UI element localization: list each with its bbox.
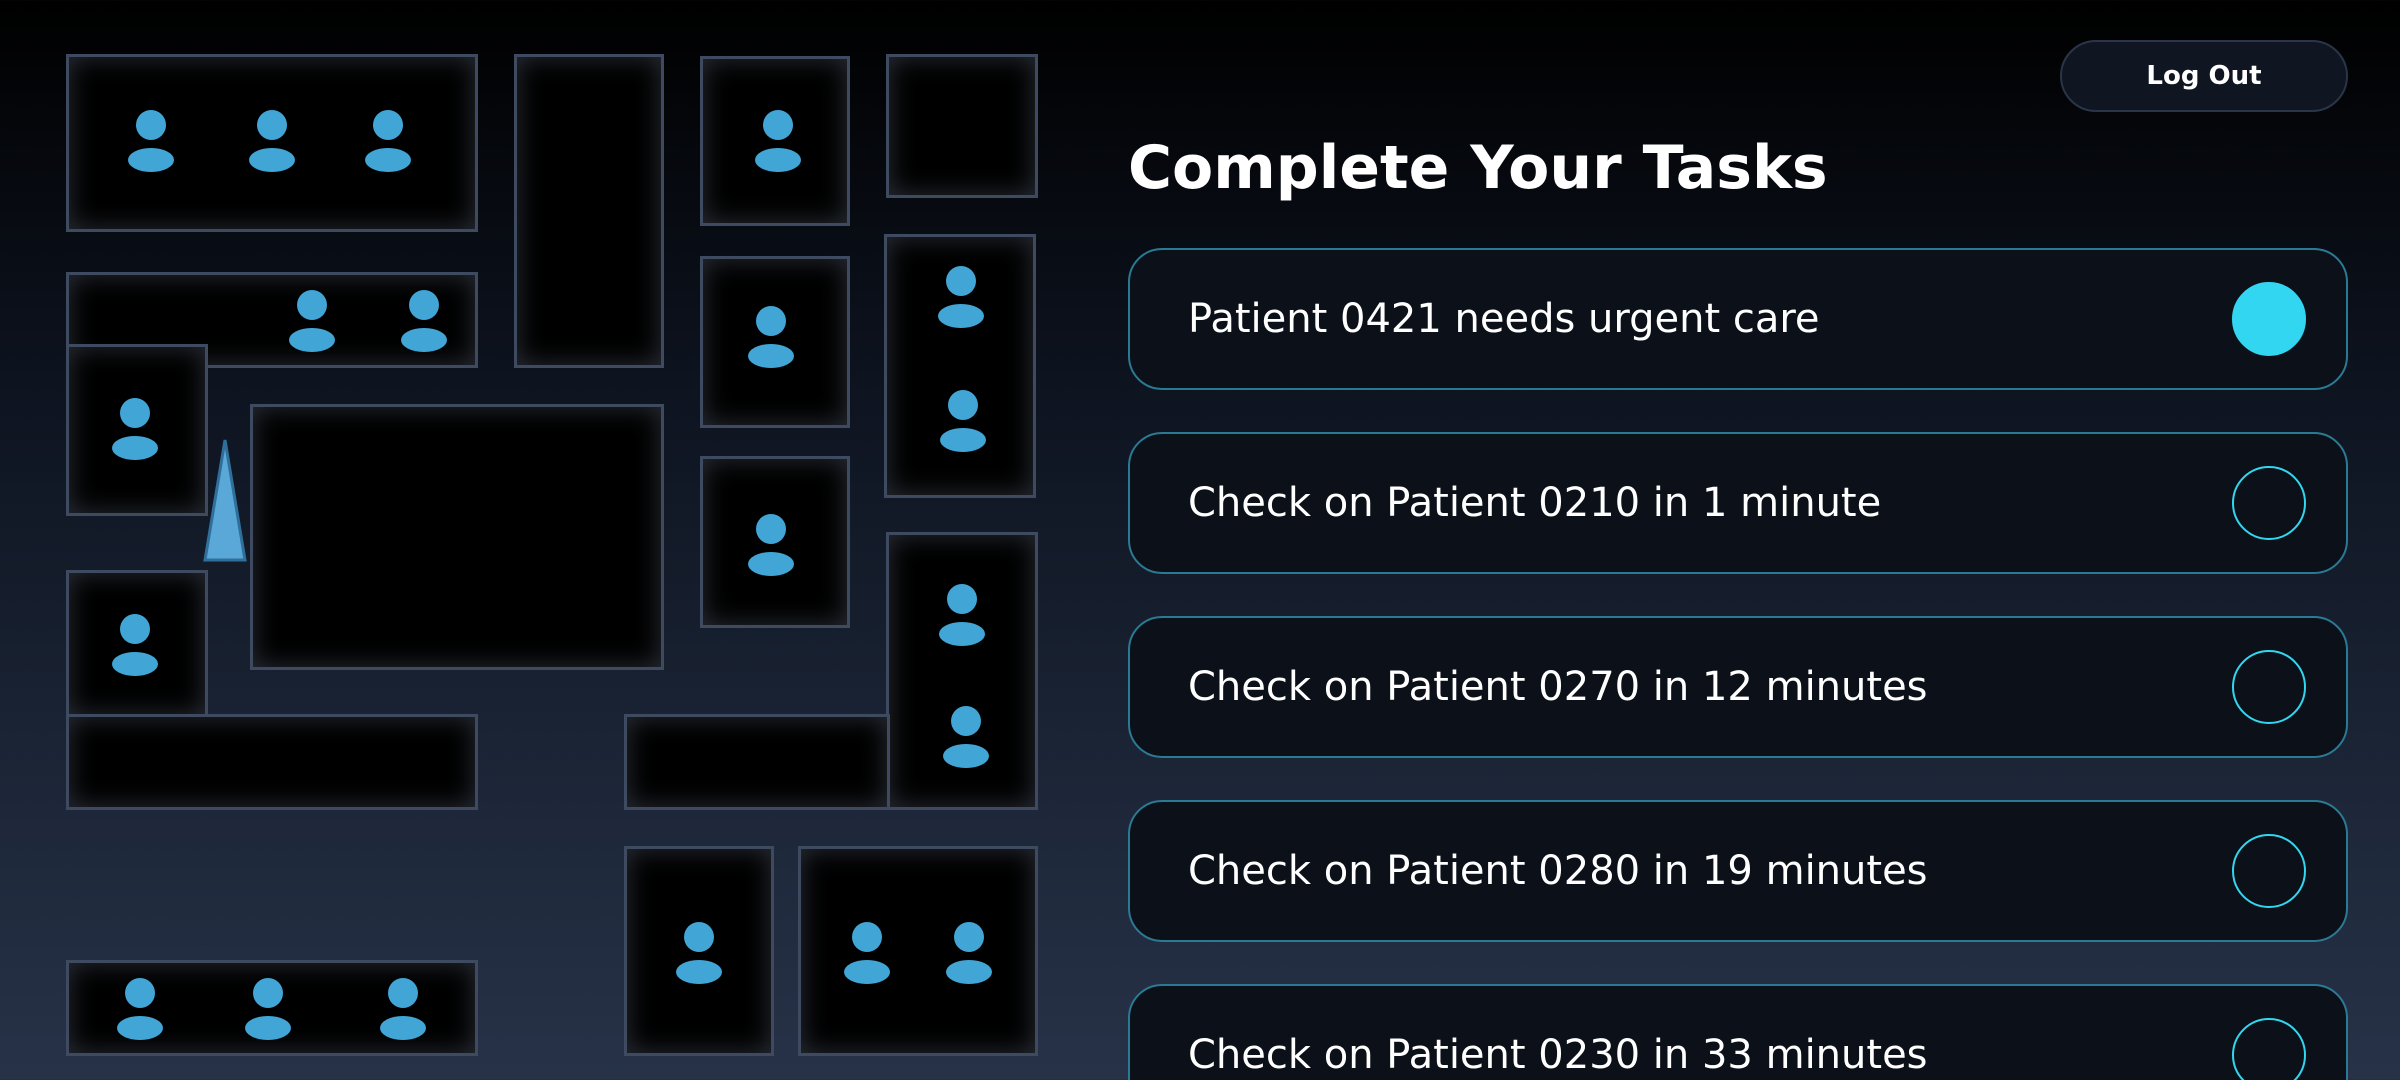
person-icon[interactable] (939, 584, 985, 648)
task-item[interactable]: Check on Patient 0230 in 33 minutes (1128, 984, 2348, 1080)
task-checkbox[interactable] (2232, 282, 2306, 356)
task-label: Check on Patient 0280 in 19 minutes (1188, 848, 1928, 894)
floor-map (0, 0, 1080, 1080)
task-checkbox[interactable] (2232, 834, 2306, 908)
player-cone-icon (203, 439, 247, 562)
person-icon[interactable] (940, 390, 986, 454)
page-title: Complete Your Tasks (1128, 133, 1828, 203)
person-icon[interactable] (755, 110, 801, 174)
person-icon[interactable] (748, 306, 794, 370)
task-item[interactable]: Check on Patient 0270 in 12 minutes (1128, 616, 2348, 758)
person-icon[interactable] (365, 110, 411, 174)
person-icon[interactable] (946, 922, 992, 986)
room (798, 846, 1038, 1056)
person-icon[interactable] (943, 706, 989, 770)
room (66, 714, 478, 810)
person-icon[interactable] (676, 922, 722, 986)
person-icon[interactable] (380, 978, 426, 1042)
person-icon[interactable] (748, 514, 794, 578)
person-icon[interactable] (112, 398, 158, 462)
room (624, 714, 890, 810)
task-checkbox[interactable] (2232, 466, 2306, 540)
person-icon[interactable] (112, 614, 158, 678)
person-icon[interactable] (844, 922, 890, 986)
task-label: Check on Patient 0210 in 1 minute (1188, 480, 1882, 526)
person-icon[interactable] (401, 290, 447, 354)
task-item[interactable]: Patient 0421 needs urgent care (1128, 248, 2348, 390)
room (250, 404, 664, 670)
room (886, 54, 1038, 198)
logout-button[interactable]: Log Out (2060, 40, 2348, 112)
person-icon[interactable] (249, 110, 295, 174)
task-item[interactable]: Check on Patient 0210 in 1 minute (1128, 432, 2348, 574)
task-label: Patient 0421 needs urgent care (1188, 296, 1820, 342)
person-icon[interactable] (245, 978, 291, 1042)
task-checkbox[interactable] (2232, 1018, 2306, 1080)
person-icon[interactable] (938, 266, 984, 330)
room (514, 54, 664, 368)
person-icon[interactable] (128, 110, 174, 174)
task-checkbox[interactable] (2232, 650, 2306, 724)
person-icon[interactable] (117, 978, 163, 1042)
task-item[interactable]: Check on Patient 0280 in 19 minutes (1128, 800, 2348, 942)
task-label: Check on Patient 0230 in 33 minutes (1188, 1032, 1928, 1078)
task-label: Check on Patient 0270 in 12 minutes (1188, 664, 1928, 710)
person-icon[interactable] (289, 290, 335, 354)
